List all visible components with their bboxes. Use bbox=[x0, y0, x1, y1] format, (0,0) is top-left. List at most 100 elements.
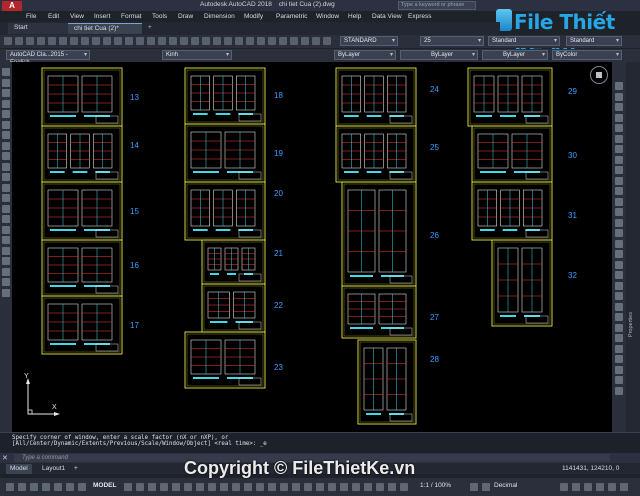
draw-tool-icon[interactable] bbox=[2, 78, 10, 87]
status-toggle-icon[interactable] bbox=[482, 483, 490, 491]
toolbar-tool-icon[interactable] bbox=[301, 37, 309, 45]
menu-edit[interactable]: Edit bbox=[48, 13, 59, 20]
tab-drawing[interactable]: chi tiet Cua (2)* bbox=[68, 23, 142, 34]
toolbar-tool-icon[interactable] bbox=[59, 37, 67, 45]
tab-model[interactable]: Model bbox=[6, 464, 32, 474]
new-tab-button[interactable]: + bbox=[142, 23, 154, 34]
draw-tool-icon[interactable] bbox=[2, 183, 10, 192]
draw-tool-icon[interactable] bbox=[2, 278, 10, 286]
status-toggle-icon[interactable] bbox=[172, 483, 180, 491]
draw-tool-icon[interactable] bbox=[2, 288, 10, 297]
units-select[interactable]: Decimal bbox=[494, 482, 517, 489]
toolbar-tool-icon[interactable] bbox=[147, 37, 155, 45]
toolbar-tool-icon[interactable] bbox=[180, 37, 188, 45]
status-toggle-icon[interactable] bbox=[6, 483, 14, 491]
menu-dimension[interactable]: Dimension bbox=[204, 13, 235, 20]
menu-tools[interactable]: Tools bbox=[152, 13, 167, 20]
modify-tool-icon[interactable] bbox=[615, 166, 623, 174]
layer-select[interactable]: Kinh bbox=[162, 50, 232, 60]
modify-tool-icon[interactable] bbox=[615, 281, 623, 290]
toolbar-tool-icon[interactable] bbox=[70, 37, 78, 45]
draw-tool-icon[interactable] bbox=[2, 110, 10, 118]
toolbar-tool-icon[interactable] bbox=[26, 37, 34, 45]
modify-tool-icon[interactable] bbox=[615, 229, 623, 237]
status-toggle-icon[interactable] bbox=[30, 483, 38, 491]
toolbar-tool-icon[interactable] bbox=[169, 37, 177, 45]
toolbar-tool-icon[interactable] bbox=[246, 37, 254, 45]
modify-tool-icon[interactable] bbox=[615, 113, 623, 122]
status-toggle-icon[interactable] bbox=[292, 483, 300, 491]
status-toggle-icon[interactable] bbox=[316, 483, 324, 491]
toolbar-tool-icon[interactable] bbox=[268, 37, 276, 45]
workspace-select[interactable]: AutoCAD Cla...2015 - English bbox=[6, 50, 90, 66]
modify-tool-icon[interactable] bbox=[615, 145, 623, 153]
close-command-icon[interactable]: ✕ bbox=[2, 454, 8, 462]
status-toggle-icon[interactable] bbox=[584, 483, 592, 491]
modify-tool-icon[interactable] bbox=[615, 208, 623, 216]
status-toggle-icon[interactable] bbox=[54, 483, 62, 491]
toolbar-tool-icon[interactable] bbox=[48, 37, 56, 45]
modify-tool-icon[interactable] bbox=[615, 250, 623, 258]
modify-tool-icon[interactable] bbox=[615, 92, 623, 101]
status-toggle-icon[interactable] bbox=[620, 483, 628, 491]
modify-tool-icon[interactable] bbox=[615, 187, 623, 195]
draw-tool-icon[interactable] bbox=[2, 152, 10, 160]
linetype-select[interactable]: ByLayer bbox=[400, 50, 478, 60]
dim-style-select[interactable]: Standard bbox=[488, 36, 560, 46]
status-toggle-icon[interactable] bbox=[256, 483, 264, 491]
status-toggle-icon[interactable] bbox=[596, 483, 604, 491]
status-toggle-icon[interactable] bbox=[376, 483, 384, 491]
status-toggle-icon[interactable] bbox=[244, 483, 252, 491]
draw-tool-icon[interactable] bbox=[2, 89, 10, 97]
draw-tool-icon[interactable] bbox=[2, 267, 10, 276]
status-toggle-icon[interactable] bbox=[78, 483, 86, 491]
toolbar-tool-icon[interactable] bbox=[4, 37, 12, 45]
status-toggle-icon[interactable] bbox=[352, 483, 360, 491]
status-toggle-icon[interactable] bbox=[304, 483, 312, 491]
draw-tool-icon[interactable] bbox=[2, 246, 10, 255]
toolbar-tool-icon[interactable] bbox=[114, 37, 122, 45]
toolbar-tool-icon[interactable] bbox=[103, 37, 111, 45]
sheet-frame[interactable] bbox=[471, 181, 553, 241]
status-toggle-icon[interactable] bbox=[608, 483, 616, 491]
toolbar-tool-icon[interactable] bbox=[81, 37, 89, 45]
keyword-search-input[interactable]: Type a keyword or phrase bbox=[398, 1, 476, 10]
menu-format[interactable]: Format bbox=[121, 13, 142, 20]
status-toggle-icon[interactable] bbox=[470, 483, 478, 491]
tab-layout1[interactable]: Layout1 bbox=[38, 464, 69, 474]
draw-tool-icon[interactable] bbox=[2, 99, 10, 108]
status-toggle-icon[interactable] bbox=[364, 483, 372, 491]
menu-view[interactable]: View bbox=[70, 13, 84, 20]
toolbar-tool-icon[interactable] bbox=[92, 37, 100, 45]
draw-tool-icon[interactable] bbox=[2, 236, 10, 244]
status-toggle-icon[interactable] bbox=[400, 483, 408, 491]
sheet-frame[interactable] bbox=[467, 67, 553, 127]
drawing-sheets[interactable]: 13 14 15 16 17 18 19 20 21 22 23 24 25 26 27 28 29 30 31 32 bbox=[12, 62, 612, 432]
menu-file[interactable]: File bbox=[26, 13, 36, 20]
toolbar-tool-icon[interactable] bbox=[125, 37, 133, 45]
status-toggle-icon[interactable] bbox=[232, 483, 240, 491]
toolbar-tool-icon[interactable] bbox=[15, 37, 23, 45]
sheet-frame[interactable] bbox=[335, 67, 417, 127]
sheet-frame[interactable] bbox=[184, 67, 266, 125]
draw-tool-icon[interactable] bbox=[2, 225, 10, 234]
toolbar-tool-icon[interactable] bbox=[37, 37, 45, 45]
menu-help[interactable]: Help bbox=[348, 13, 361, 20]
modify-tool-icon[interactable] bbox=[615, 292, 623, 300]
modify-tool-icon[interactable] bbox=[615, 365, 623, 374]
menu-draw[interactable]: Draw bbox=[178, 13, 193, 20]
modify-tool-icon[interactable] bbox=[615, 323, 623, 332]
modify-tool-icon[interactable] bbox=[615, 386, 623, 395]
modify-tool-icon[interactable] bbox=[615, 82, 623, 90]
status-toggle-icon[interactable] bbox=[184, 483, 192, 491]
sheet-frame[interactable] bbox=[335, 125, 417, 183]
autocad-logo-icon[interactable]: A bbox=[2, 1, 22, 11]
status-toggle-icon[interactable] bbox=[66, 483, 74, 491]
drawing-area[interactable]: 13 14 15 16 17 18 19 20 21 22 23 24 25 26 27 28 29 30 31 32… bbox=[12, 62, 612, 432]
toolbar-tool-icon[interactable] bbox=[158, 37, 166, 45]
menu-express[interactable]: Express bbox=[408, 13, 431, 20]
color-select[interactable]: ByLayer bbox=[334, 50, 396, 60]
toolbar-tool-icon[interactable] bbox=[202, 37, 210, 45]
properties-palette[interactable]: Properties bbox=[626, 62, 640, 432]
modify-tool-icon[interactable] bbox=[615, 134, 623, 143]
